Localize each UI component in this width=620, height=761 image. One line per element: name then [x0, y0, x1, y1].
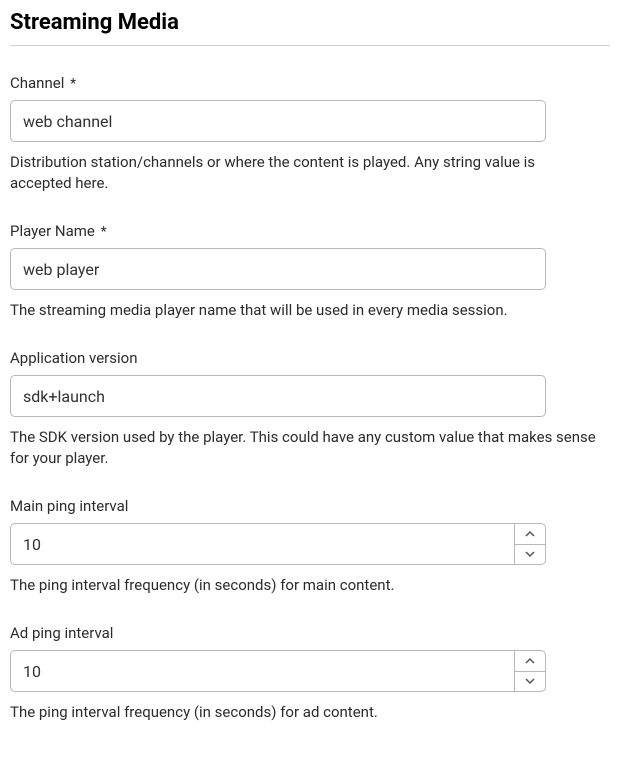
main-ping-label-row: Main ping interval — [10, 497, 610, 515]
player-name-input[interactable] — [10, 248, 546, 290]
main-ping-label: Main ping interval — [10, 497, 128, 515]
section-divider — [10, 45, 610, 46]
main-ping-stepper — [10, 523, 546, 565]
channel-help: Distribution station/channels or where t… — [10, 152, 600, 194]
player-name-field: Player Name * The streaming media player… — [10, 222, 610, 321]
main-ping-help: The ping interval frequency (in seconds)… — [10, 575, 600, 596]
streaming-media-section: Streaming Media Channel * Distribution s… — [10, 10, 610, 723]
app-version-help: The SDK version used by the player. This… — [10, 427, 600, 469]
ad-ping-field: Ad ping interval The ping interval frequ… — [10, 624, 610, 723]
ad-ping-label: Ad ping interval — [10, 624, 113, 642]
app-version-input[interactable] — [10, 375, 546, 417]
main-ping-field: Main ping interval The ping interval fre… — [10, 497, 610, 596]
ad-ping-label-row: Ad ping interval — [10, 624, 610, 642]
main-ping-input[interactable] — [10, 523, 514, 565]
channel-label-row: Channel * — [10, 74, 610, 92]
channel-input[interactable] — [10, 100, 546, 142]
chevron-down-icon — [525, 549, 535, 559]
app-version-label: Application version — [10, 349, 138, 367]
required-asterisk: * — [101, 224, 107, 240]
chevron-up-icon — [525, 656, 535, 666]
player-name-help: The streaming media player name that wil… — [10, 300, 600, 321]
player-name-label-row: Player Name * — [10, 222, 610, 240]
chevron-down-icon — [525, 676, 535, 686]
ad-ping-step-down-button[interactable] — [514, 671, 546, 693]
app-version-label-row: Application version — [10, 349, 610, 367]
ad-ping-help: The ping interval frequency (in seconds)… — [10, 702, 600, 723]
required-asterisk: * — [70, 76, 76, 92]
ad-ping-stepper — [10, 650, 546, 692]
main-ping-step-up-button[interactable] — [514, 523, 546, 544]
player-name-label: Player Name — [10, 222, 95, 240]
chevron-up-icon — [525, 529, 535, 539]
ad-ping-input[interactable] — [10, 650, 514, 692]
main-ping-stepper-buttons — [514, 523, 546, 565]
channel-label: Channel — [10, 74, 64, 92]
channel-field: Channel * Distribution station/channels … — [10, 74, 610, 194]
section-title: Streaming Media — [10, 10, 610, 35]
ad-ping-step-up-button[interactable] — [514, 650, 546, 671]
app-version-field: Application version The SDK version used… — [10, 349, 610, 469]
ad-ping-stepper-buttons — [514, 650, 546, 692]
main-ping-step-down-button[interactable] — [514, 544, 546, 566]
